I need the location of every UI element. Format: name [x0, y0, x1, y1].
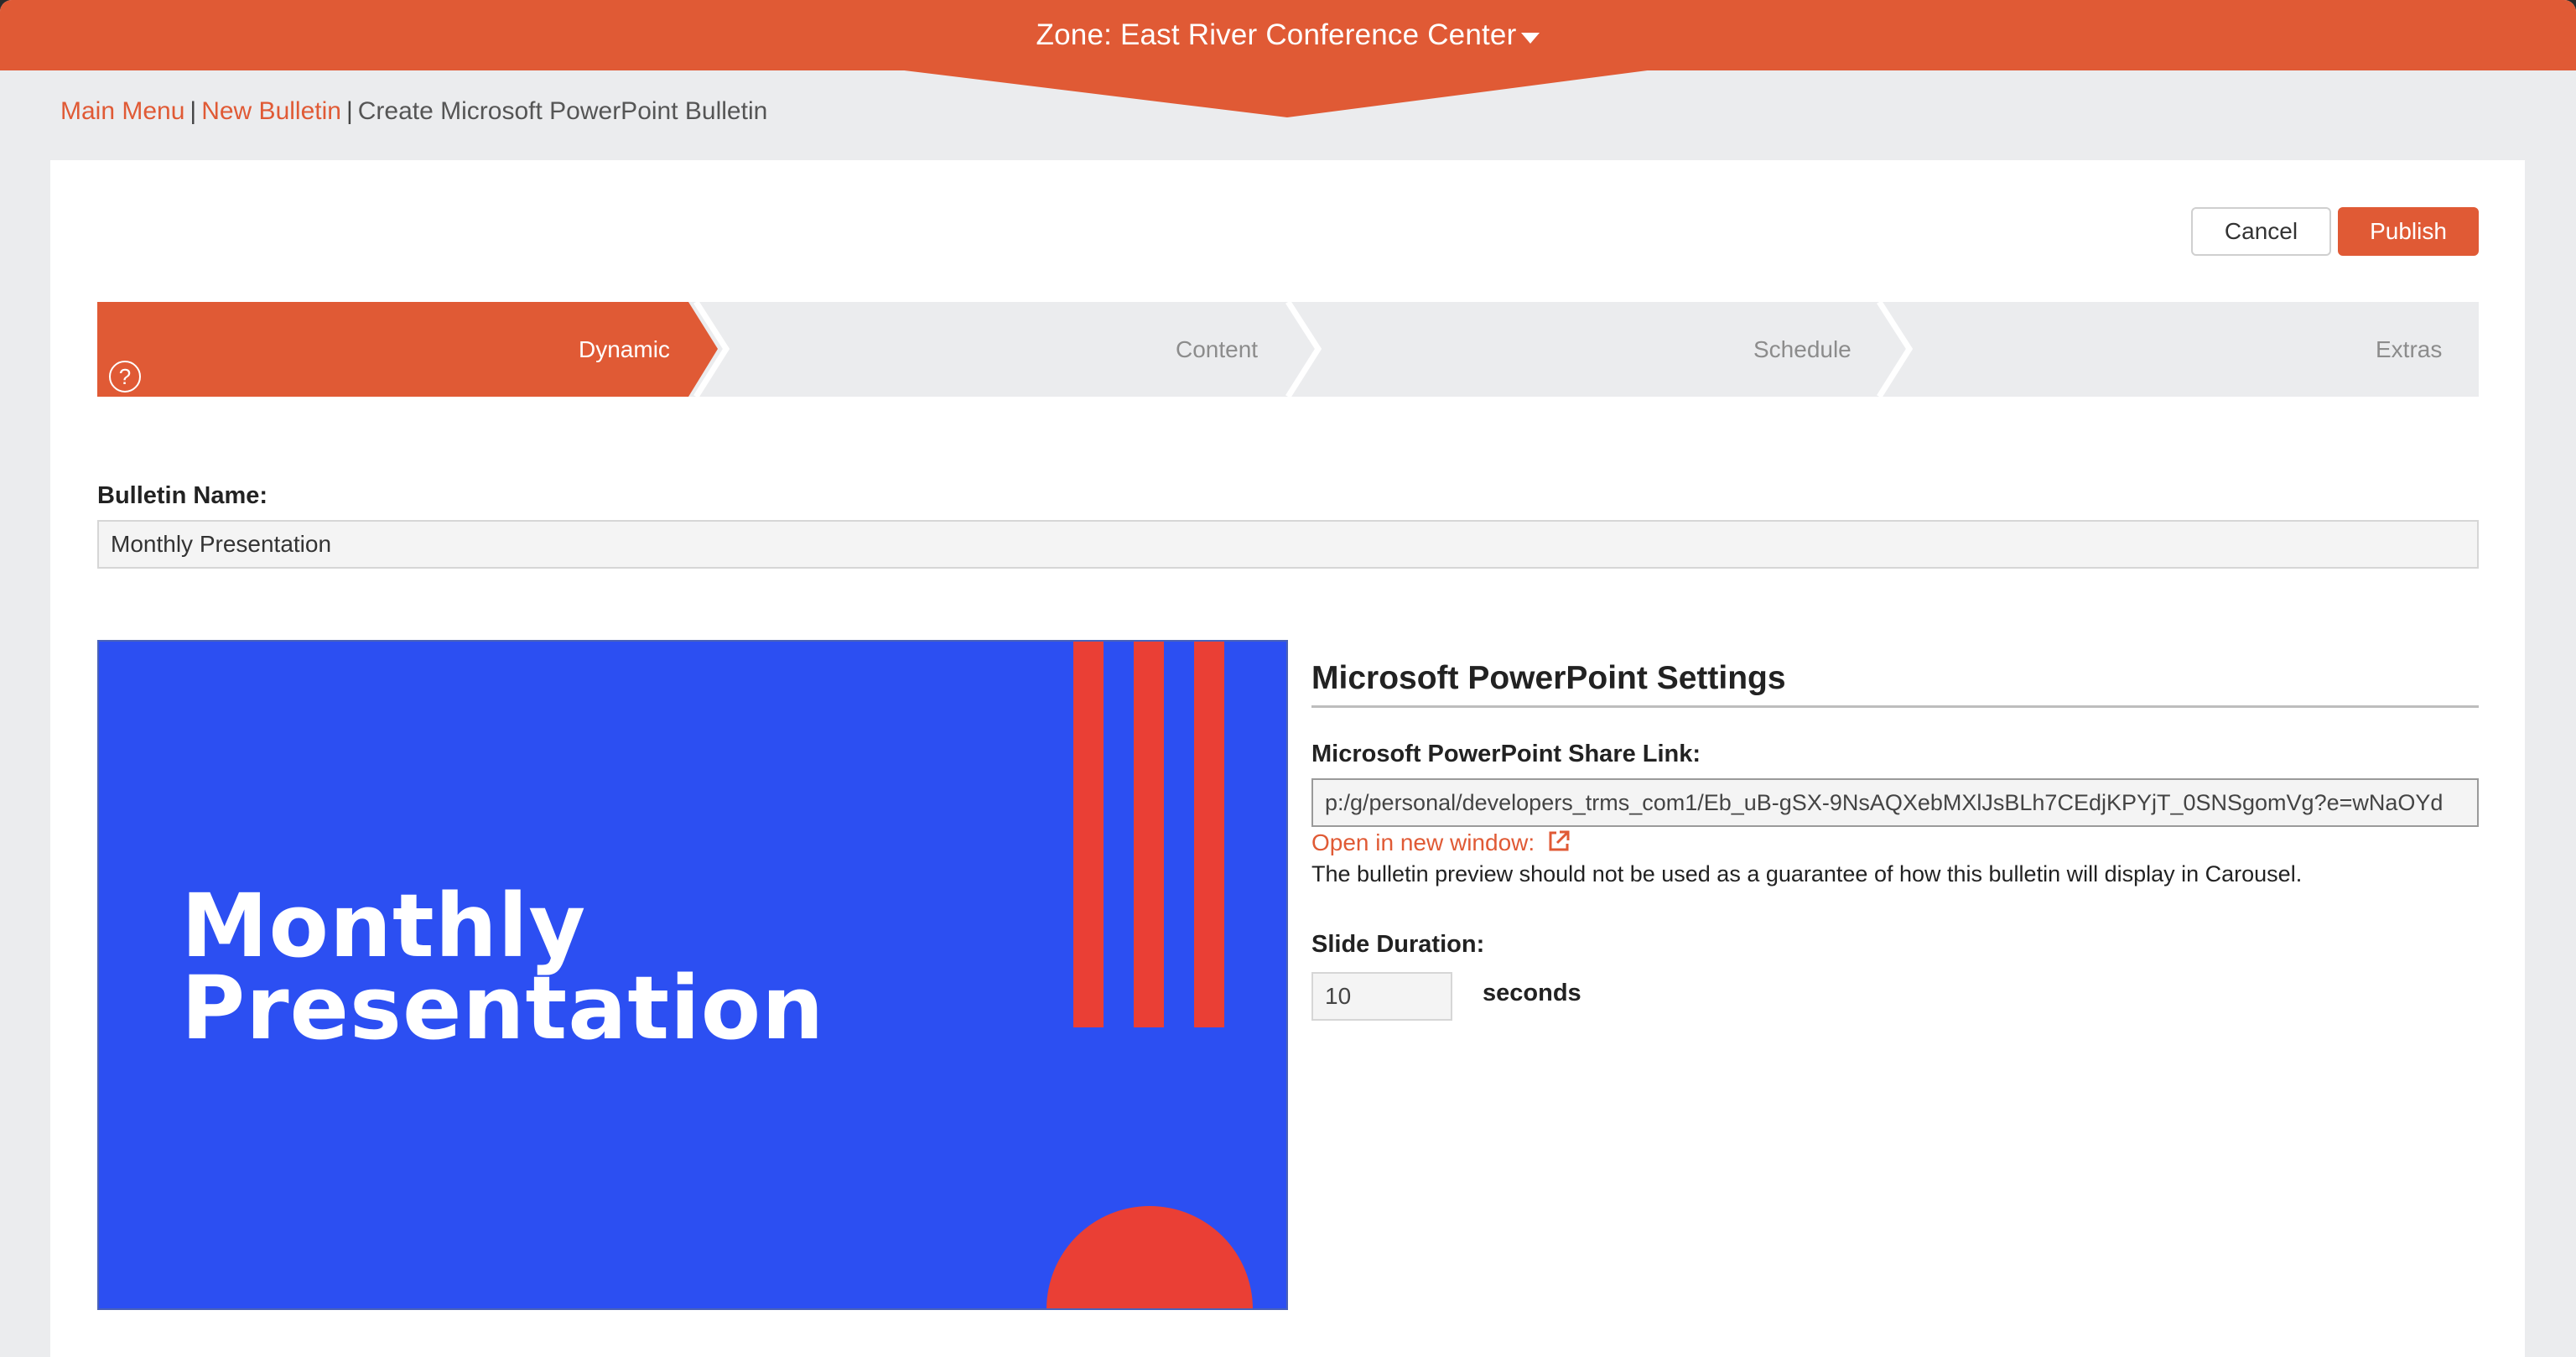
slide-duration-label: Slide Duration: [1311, 931, 1485, 958]
publish-button[interactable]: Publish [2338, 207, 2479, 256]
slide-duration-input[interactable] [1311, 972, 1452, 1021]
bulletin-name-label: Bulletin Name: [97, 482, 268, 509]
external-link-icon [1546, 829, 1571, 860]
open-new-window-link[interactable]: Open in new window: [1311, 829, 1571, 860]
app-window: Zone: East River Conference Center Main … [0, 0, 2576, 1357]
share-link-input[interactable] [1311, 778, 2479, 827]
slide-title-line1: Monthly [181, 875, 587, 977]
step-dynamic[interactable]: Dynamic [579, 302, 670, 397]
slide-decor-bar [1194, 642, 1224, 1027]
slide-decor-bar [1134, 642, 1164, 1027]
breadcrumb-separator: | [190, 97, 197, 125]
breadcrumb-main-menu[interactable]: Main Menu [60, 97, 184, 125]
slide-title-line2: Presentation [181, 957, 825, 1059]
caret-down-icon [1521, 18, 1540, 52]
cancel-button[interactable]: Cancel [2191, 207, 2331, 256]
slide-decor-circle [1046, 1206, 1253, 1308]
settings-divider [1311, 705, 2479, 708]
help-icon[interactable]: ? [109, 361, 141, 393]
wizard-steps: Dynamic Content Schedule Extras ? [97, 302, 2479, 397]
main-panel: Cancel Publish Dynamic Content Schedule … [50, 160, 2525, 1357]
step-extras[interactable]: Extras [2376, 302, 2442, 397]
zone-selector[interactable]: Zone: East River Conference Center [0, 0, 2576, 70]
slide-decor-bar [1073, 642, 1104, 1027]
step-schedule[interactable]: Schedule [1753, 302, 1852, 397]
bulletin-name-input[interactable] [97, 520, 2479, 569]
open-new-window-label: Open in new window: [1311, 829, 1535, 855]
seconds-label: seconds [1483, 980, 1581, 1006]
zone-title-text: Zone: East River Conference Center [1036, 18, 1517, 51]
wizard-steps-background [97, 302, 2479, 397]
breadcrumb-separator: | [345, 97, 353, 125]
breadcrumb-new-bulletin[interactable]: New Bulletin [201, 97, 341, 125]
settings-title: Microsoft PowerPoint Settings [1311, 660, 1786, 696]
step-content[interactable]: Content [1176, 302, 1258, 397]
breadcrumb-current: Create Microsoft PowerPoint Bulletin [357, 97, 768, 125]
share-link-label: Microsoft PowerPoint Share Link: [1311, 741, 1701, 767]
breadcrumb: Main Menu | New Bulletin | Create Microsoft … [60, 97, 767, 126]
preview-disclaimer: The bulletin preview should not be used … [1311, 861, 2303, 886]
slide-title: Monthly Presentation [181, 875, 825, 1059]
slide-preview: Monthly Presentation [97, 640, 1288, 1310]
